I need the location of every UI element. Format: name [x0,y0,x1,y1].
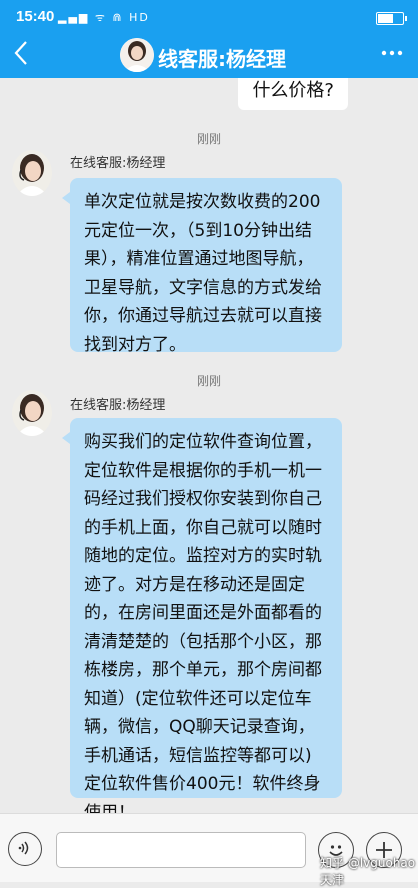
avatar[interactable] [12,390,52,436]
chat-area[interactable]: 什么价格? 刚刚 在线客服:杨经理 单次定位就是按次数收费的200元定位一次，（… [0,78,418,813]
message-time: 刚刚 [196,374,221,388]
incoming-message: 购买我们的定位软件查询位置，定位软件是根据你的手机一机一码经过我们授权你安装到你… [62,418,342,813]
outgoing-message: 什么价格? [238,78,348,110]
more-dots-icon[interactable] [380,38,404,74]
avatar[interactable] [12,150,52,196]
voice-icon[interactable] [8,832,42,866]
sender-name: 在线客服:杨经理 [70,398,166,413]
battery-icon [376,12,407,25]
chevron-left-icon[interactable] [12,38,30,76]
sender-name: 在线客服:杨经理 [70,156,166,171]
status-bar: 15:40 ▂▄▆ ᯤ ⋒ HD [0,0,418,34]
input-bar: 知乎 @lvguohao天津 [0,813,418,887]
watermark: 知乎 @lvguohao天津 [320,856,416,887]
status-time: 15:40 [16,8,55,25]
page-title: 线客服:杨经理 [158,47,286,71]
chat-header: 线客服:杨经理 [0,34,418,78]
avatar[interactable] [120,38,154,72]
message-time: 刚刚 [196,132,221,146]
message-input[interactable] [56,832,306,868]
incoming-message: 单次定位就是按次数收费的200元定位一次，（5到10分钟出结果），精准位置通过地… [62,178,342,355]
signal-wifi-icons: ▂▄▆ ᯤ ⋒ HD [58,11,150,24]
